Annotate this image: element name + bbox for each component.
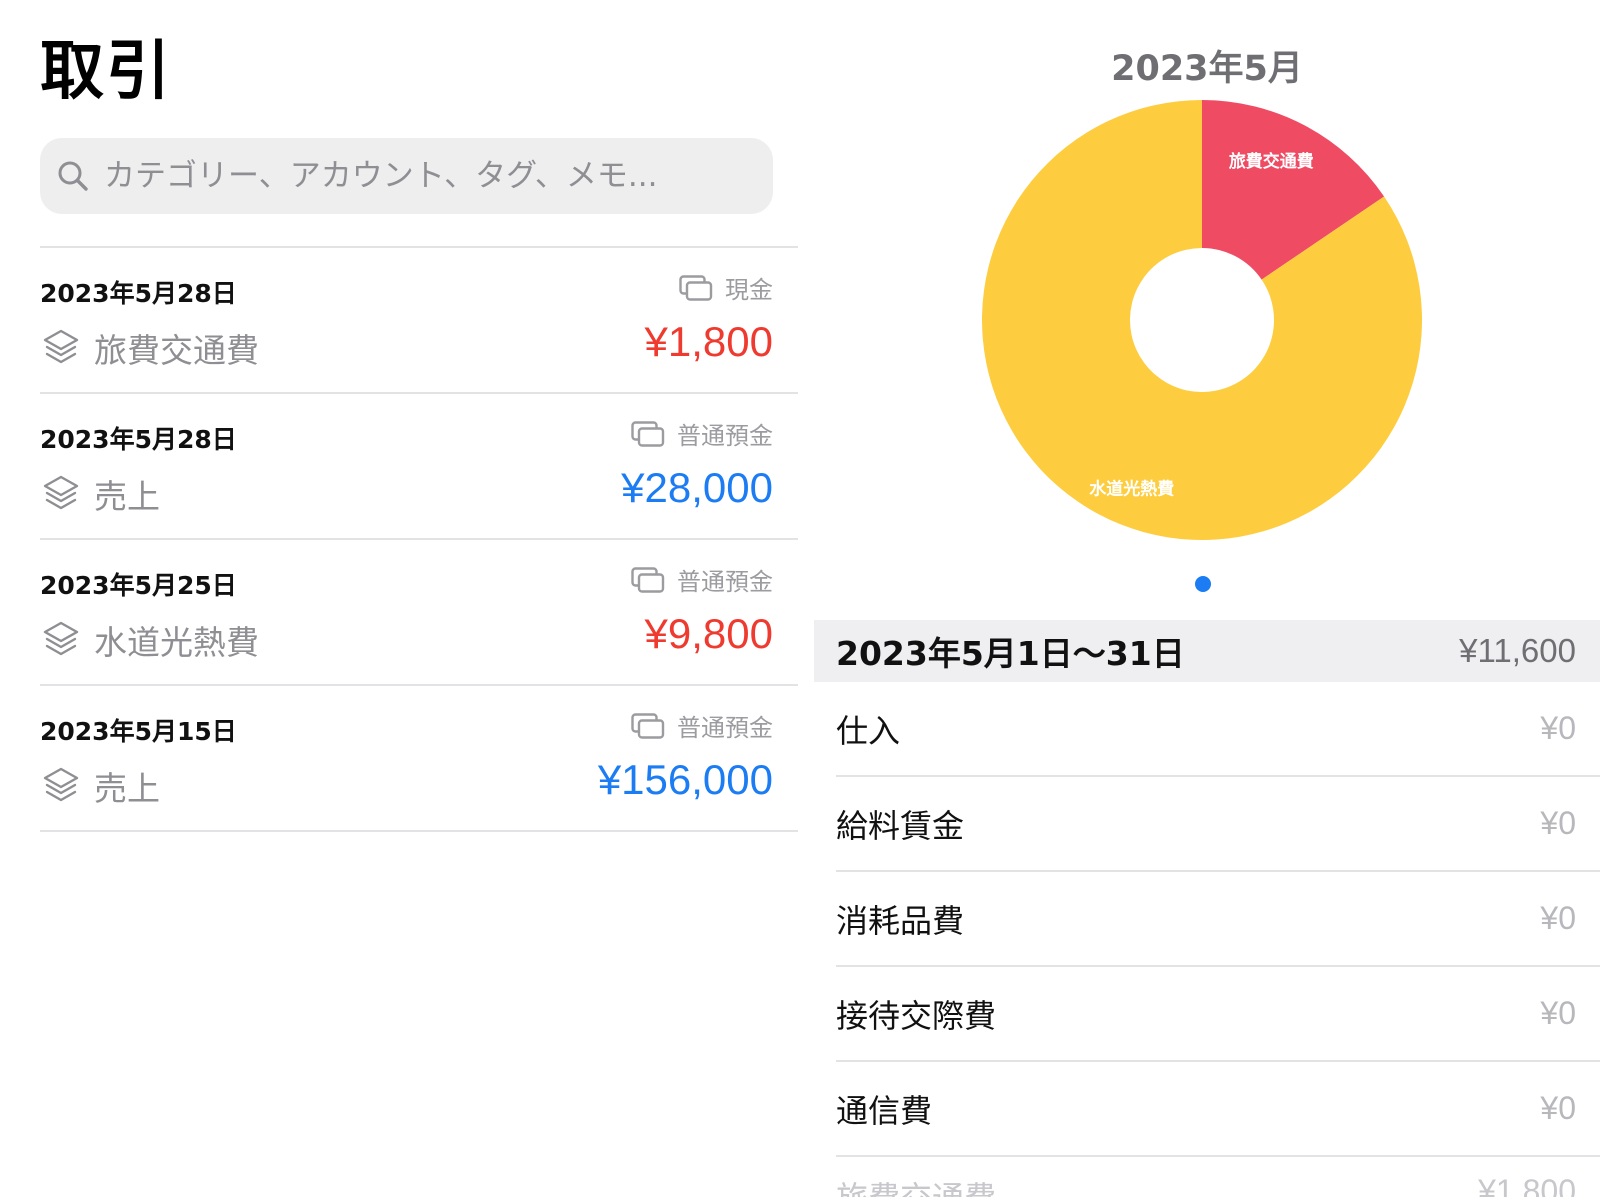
transaction-account: 普通預金 bbox=[631, 562, 773, 597]
category-name: 売上 bbox=[94, 477, 160, 516]
category-total-row[interactable]: 仕入 ¥0 bbox=[836, 682, 1600, 777]
transaction-list: 2023年5月28日 現金 旅費交通費 ¥1,800 2023年5月28日 普通… bbox=[40, 246, 798, 832]
category-total-row[interactable]: 消耗品費 ¥0 bbox=[836, 872, 1600, 967]
transaction-row[interactable]: 2023年5月28日 普通預金 売上 ¥28,000 bbox=[40, 394, 798, 540]
transaction-amount: ¥1,800 bbox=[644, 318, 773, 365]
category-total-value: ¥0 bbox=[1540, 900, 1576, 936]
category-name: 水道光熱費 bbox=[94, 623, 259, 662]
category-name: 売上 bbox=[94, 769, 160, 808]
transaction-date: 2023年5月28日 bbox=[40, 279, 237, 308]
transaction-amount: ¥9,800 bbox=[644, 610, 773, 657]
summary-header: 2023年5月1日〜31日 ¥11,600 bbox=[814, 620, 1600, 682]
category-total-name: 消耗品費 bbox=[836, 901, 965, 940]
account-cards-icon bbox=[631, 712, 665, 739]
category-total-value: ¥0 bbox=[1540, 710, 1576, 746]
account-name: 普通預金 bbox=[677, 568, 773, 596]
category-total-row[interactable]: 接待交際費 ¥0 bbox=[836, 967, 1600, 1062]
chart-month-label: 2023年5月 bbox=[1111, 49, 1303, 89]
search-icon bbox=[58, 161, 88, 191]
transaction-row[interactable]: 2023年5月25日 普通預金 水道光熱費 ¥9,800 bbox=[40, 540, 798, 686]
layers-icon bbox=[43, 621, 79, 656]
category-total-value: ¥1,800 bbox=[1478, 1173, 1576, 1197]
transaction-account: 普通預金 bbox=[631, 416, 773, 451]
category-total-row[interactable]: 旅費交通費 ¥1,800 bbox=[836, 1157, 1600, 1197]
layers-icon bbox=[43, 475, 79, 510]
app-root: 取引 2023年5月28日 現金 bbox=[0, 0, 1600, 1200]
account-name: 普通預金 bbox=[677, 422, 773, 450]
donut-chart[interactable]: 旅費交通費水道光熱費 bbox=[980, 98, 1424, 542]
category-total-row[interactable]: 通信費 ¥0 bbox=[836, 1062, 1600, 1157]
account-cards-icon bbox=[631, 566, 665, 593]
summary-total: ¥11,600 bbox=[1459, 632, 1576, 669]
category-total-value: ¥0 bbox=[1540, 995, 1576, 1031]
transaction-amount: ¥28,000 bbox=[621, 464, 773, 511]
transaction-account: 現金 bbox=[679, 270, 773, 305]
transaction-date: 2023年5月28日 bbox=[40, 425, 237, 454]
category-total-name: 接待交際費 bbox=[836, 996, 997, 1035]
donut-slice-label: 水道光熱費 bbox=[1089, 479, 1174, 500]
category-total-name: 通信費 bbox=[836, 1091, 933, 1130]
transaction-date: 2023年5月25日 bbox=[40, 571, 237, 600]
account-name: 現金 bbox=[725, 276, 773, 304]
search-input[interactable] bbox=[104, 158, 704, 194]
donut-chart-svg: 旅費交通費水道光熱費 bbox=[982, 100, 1422, 540]
category-name: 旅費交通費 bbox=[94, 331, 259, 370]
transaction-account: 普通預金 bbox=[631, 708, 773, 743]
category-total-name: 給料賃金 bbox=[836, 806, 965, 845]
search-bar[interactable] bbox=[40, 138, 773, 214]
category-total-name: 旅費交通費 bbox=[836, 1173, 996, 1197]
transaction-row[interactable]: 2023年5月28日 現金 旅費交通費 ¥1,800 bbox=[40, 248, 798, 394]
transaction-category: 売上 bbox=[42, 762, 160, 810]
layers-icon bbox=[43, 329, 79, 364]
account-cards-icon bbox=[631, 420, 665, 447]
page-title: 取引 bbox=[40, 35, 172, 109]
transaction-row[interactable]: 2023年5月15日 普通預金 売上 ¥156,000 bbox=[40, 686, 798, 832]
donut-slice-label: 旅費交通費 bbox=[1229, 151, 1314, 172]
transaction-category: 売上 bbox=[42, 470, 160, 518]
category-total-name: 仕入 bbox=[836, 711, 901, 750]
account-cards-icon bbox=[679, 274, 713, 301]
transaction-category: 水道光熱費 bbox=[42, 616, 259, 664]
layers-icon bbox=[43, 767, 79, 802]
account-name: 普通預金 bbox=[677, 714, 773, 742]
page-indicator-dot[interactable] bbox=[1195, 576, 1211, 592]
transaction-date: 2023年5月15日 bbox=[40, 717, 237, 746]
transaction-category: 旅費交通費 bbox=[42, 324, 259, 372]
transaction-amount: ¥156,000 bbox=[597, 756, 773, 803]
category-total-list: 仕入 ¥0 給料賃金 ¥0 消耗品費 ¥0 接待交際費 ¥0 通信費 ¥0 旅費… bbox=[836, 682, 1600, 1197]
category-total-value: ¥0 bbox=[1540, 805, 1576, 841]
category-total-row[interactable]: 給料賃金 ¥0 bbox=[836, 777, 1600, 872]
category-total-value: ¥0 bbox=[1540, 1090, 1576, 1126]
summary-period: 2023年5月1日〜31日 bbox=[836, 634, 1185, 673]
